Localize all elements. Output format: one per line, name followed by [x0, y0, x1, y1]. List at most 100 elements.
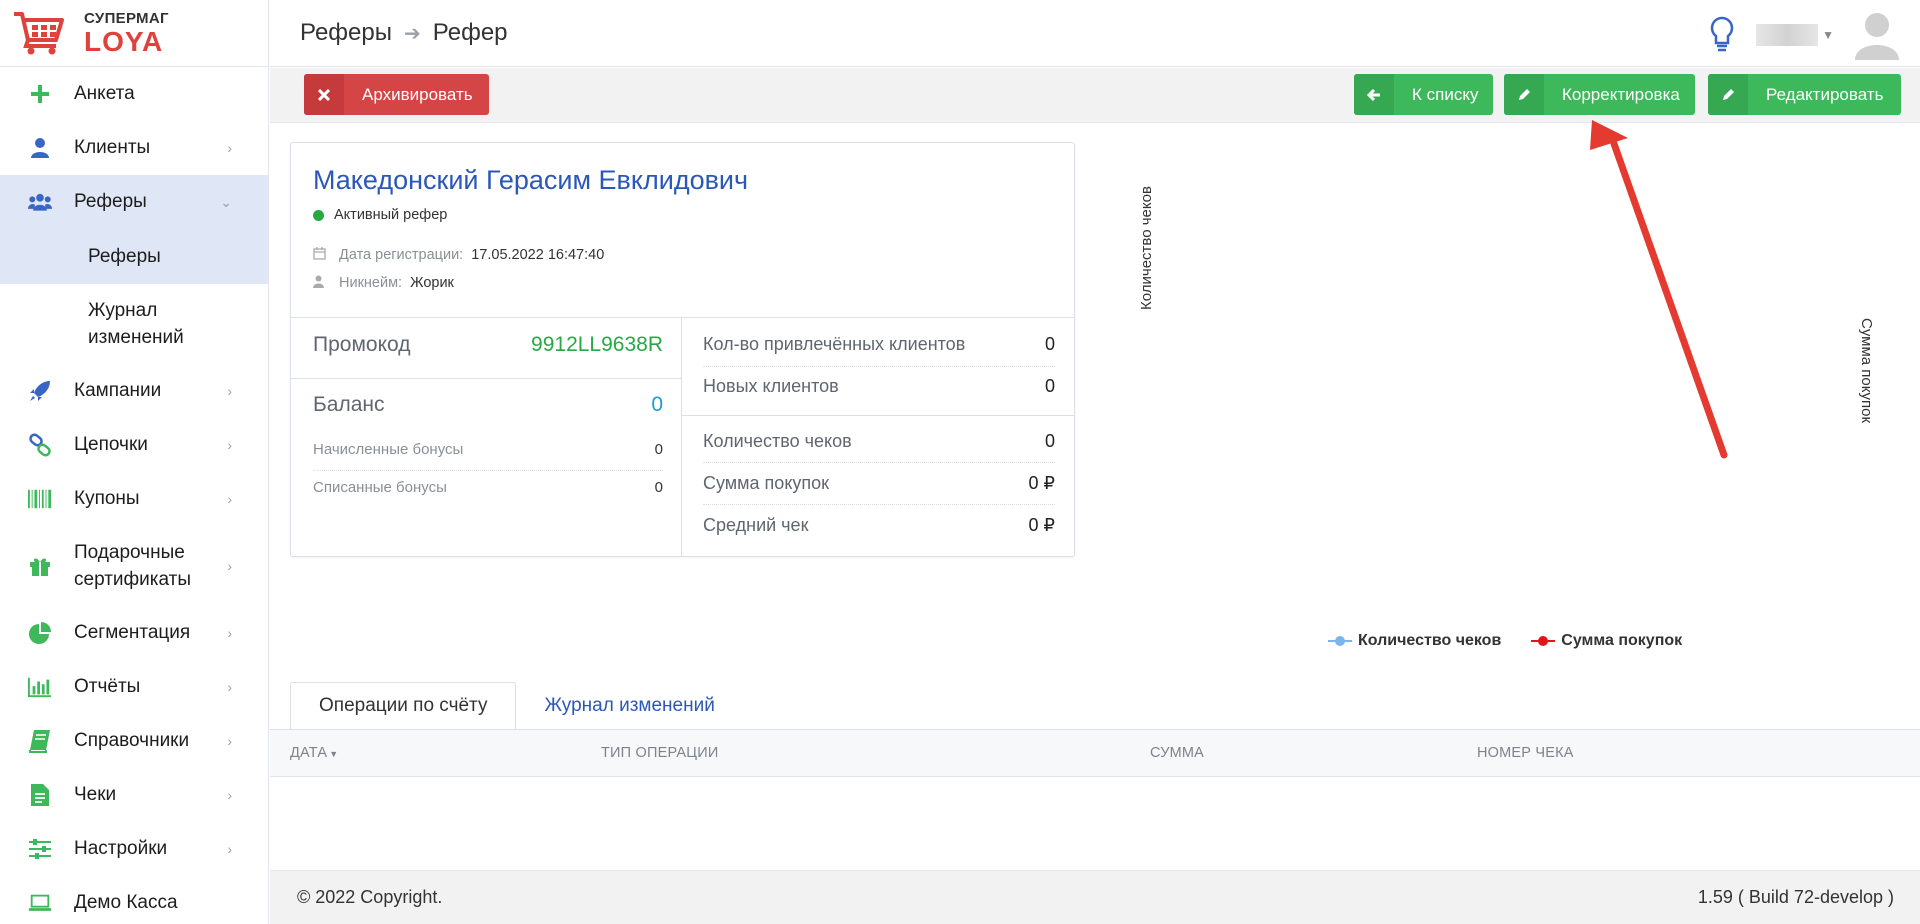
- chart-y-axis-right-label: Сумма покупок: [1858, 318, 1875, 424]
- chain-icon: [28, 433, 52, 457]
- avatar[interactable]: [1854, 10, 1900, 60]
- registration-date: Дата регистрации: 17.05.2022 16:47:40: [313, 247, 604, 263]
- tab-changelog[interactable]: Журнал изменений: [516, 682, 742, 729]
- chevron-right-icon: ›: [227, 491, 232, 507]
- arrow-left-icon: [1354, 74, 1394, 115]
- users-icon: [28, 190, 52, 214]
- divider: [291, 378, 681, 379]
- sidebar-item-label: Купоны: [74, 488, 140, 509]
- sidebar-item-campaigns[interactable]: Кампании ›: [0, 364, 268, 418]
- column-operation-type[interactable]: ТИП ОПЕРАЦИИ: [601, 745, 718, 761]
- breadcrumb-referers[interactable]: Реферы: [300, 19, 392, 47]
- legend-item-sum[interactable]: Сумма покупок: [1531, 632, 1682, 650]
- user-small-icon: [313, 275, 327, 291]
- sidebar-item-label: Отчёты: [74, 676, 141, 697]
- tabs: Операции по счёту Журнал изменений: [290, 682, 743, 729]
- close-icon: [304, 74, 344, 115]
- sidebar-item-demo-cash[interactable]: Демо Касса: [0, 876, 268, 924]
- chevron-right-icon: ›: [227, 557, 232, 574]
- sidebar-item-referers[interactable]: Реферы ⌄: [0, 175, 268, 229]
- laptop-icon: [28, 891, 52, 915]
- sidebar-item-label: Демо Касса: [74, 892, 178, 913]
- brand-top: СУПЕРМАГ: [84, 9, 169, 27]
- chevron-right-icon: ›: [227, 625, 232, 641]
- divider: [291, 317, 1074, 318]
- to-list-button[interactable]: К списку: [1354, 74, 1493, 115]
- sidebar-item-label: Анкета: [74, 83, 135, 104]
- chevron-right-icon: ›: [227, 733, 232, 749]
- sidebar-item-references[interactable]: Справочники ›: [0, 714, 268, 768]
- sidebar-item-label: Чеки: [74, 784, 117, 805]
- archive-button[interactable]: Архивировать: [304, 74, 489, 115]
- chart-y-axis-left-label: Количество чеков: [1138, 186, 1155, 310]
- sidebar-item-clients[interactable]: Клиенты ›: [0, 121, 268, 175]
- legend-marker: [1531, 635, 1556, 647]
- divider: [681, 317, 682, 556]
- sidebar-item-label: Клиенты: [74, 137, 151, 158]
- sidebar-item-anketa[interactable]: Анкета: [0, 67, 268, 121]
- referer-card: Македонский Герасим Евклидович Активный …: [290, 142, 1075, 557]
- calendar-icon: [313, 247, 327, 263]
- promocode-value[interactable]: 9912LL9638R: [531, 333, 663, 357]
- sidebar-item-gift-certificates[interactable]: Подарочные сертификаты ›: [0, 526, 268, 606]
- accrued-bonuses-row: Начисленные бонусы 0: [313, 441, 663, 458]
- sidebar-item-label: Подарочные сертификаты: [74, 542, 192, 590]
- divider: [703, 504, 1055, 505]
- nickname: Никнейм: Жорик: [313, 275, 454, 291]
- column-check-number[interactable]: НОМЕР ЧЕКА: [1477, 745, 1574, 761]
- chevron-right-icon: ›: [227, 383, 232, 399]
- table-header: ДАТА ▼ ТИП ОПЕРАЦИИ СУММА НОМЕР ЧЕКА: [270, 729, 1920, 777]
- username-blurred[interactable]: [1756, 24, 1819, 46]
- caret-down-icon[interactable]: ▼: [1822, 28, 1834, 42]
- sidebar-item-settings[interactable]: Настройки ›: [0, 822, 268, 876]
- cart-logo-icon: [14, 12, 64, 55]
- sidebar-item-label: Сегментация: [74, 622, 191, 643]
- balance-row: Баланс 0: [313, 393, 663, 416]
- status-badge: Активный рефер: [313, 207, 447, 223]
- receipt-icon: [28, 783, 52, 807]
- divider: [703, 366, 1055, 367]
- sidebar-item-checks[interactable]: Чеки ›: [0, 768, 268, 822]
- sidebar-item-reports[interactable]: Отчёты ›: [0, 660, 268, 714]
- plus-icon: [28, 82, 52, 106]
- bar-chart-icon: [28, 675, 52, 699]
- chevron-right-icon: ›: [227, 437, 232, 453]
- chevron-right-icon: ›: [227, 679, 232, 695]
- brand-bottom: LOYA: [84, 25, 164, 57]
- book-icon: [28, 729, 52, 753]
- rocket-icon: [28, 379, 52, 403]
- correction-button[interactable]: Корректировка: [1504, 74, 1695, 115]
- chevron-right-icon: ›: [227, 841, 232, 857]
- lightbulb-icon[interactable]: [1708, 16, 1736, 54]
- pencil-icon: [1504, 74, 1544, 115]
- pencil-icon: [1708, 74, 1748, 115]
- footer: © 2022 Copyright. 1.59 ( Build 72-develo…: [270, 870, 1920, 924]
- pie-icon: [28, 621, 52, 645]
- copyright: © 2022 Copyright.: [297, 887, 443, 907]
- barcode-icon: [28, 487, 52, 511]
- sidebar-item-segmentation[interactable]: Сегментация ›: [0, 606, 268, 660]
- status-dot-icon: [313, 209, 324, 221]
- sidebar-item-label: Кампании: [74, 380, 162, 401]
- column-date[interactable]: ДАТА ▼: [290, 745, 338, 761]
- sidebar-item-chains[interactable]: Цепочки ›: [0, 418, 268, 472]
- attracted-clients-row: Кол-во привлечённых клиентов 0: [703, 334, 1055, 354]
- promocode-row: Промокод 9912LL9638R: [313, 333, 663, 357]
- sidebar-subitem-referers[interactable]: Реферы: [0, 229, 268, 284]
- version: 1.59 ( Build 72-develop ): [1697, 887, 1894, 907]
- tab-operations[interactable]: Операции по счёту: [290, 682, 517, 729]
- spent-bonuses-row: Списанные бонусы 0: [313, 479, 663, 496]
- column-sum[interactable]: СУММА: [1150, 745, 1204, 761]
- sort-desc-icon: ▼: [329, 749, 339, 759]
- legend-marker: [1328, 635, 1352, 647]
- chevron-down-icon: ⌄: [220, 193, 232, 210]
- arrow-right-icon: ➔: [404, 22, 421, 45]
- sidebar-subitem-changelog[interactable]: Журнал изменений: [0, 284, 268, 364]
- logo[interactable]: СУПЕРМАГ LOYA: [0, 0, 268, 67]
- chevron-right-icon: ›: [227, 140, 232, 156]
- divider: [313, 470, 663, 471]
- new-clients-row: Новых клиентов 0: [703, 376, 1055, 396]
- sidebar-item-coupons[interactable]: Купоны ›: [0, 472, 268, 526]
- legend-item-checks[interactable]: Количество чеков: [1328, 632, 1501, 650]
- edit-button[interactable]: Редактировать: [1708, 74, 1901, 115]
